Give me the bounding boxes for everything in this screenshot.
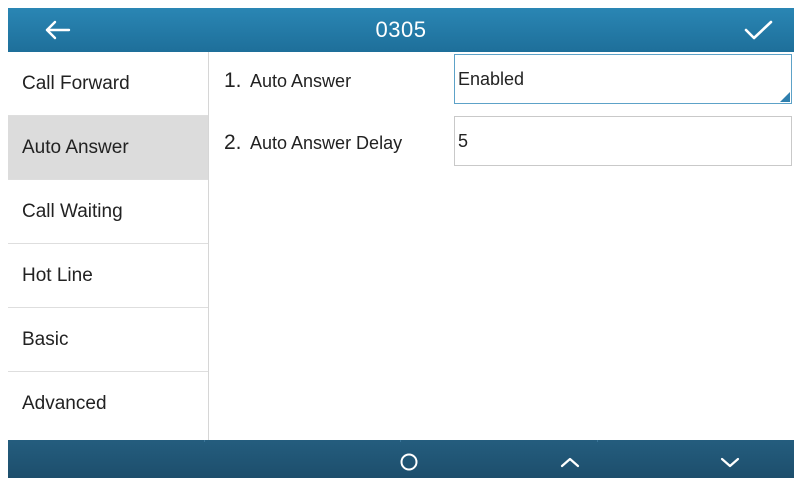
sidebar-item-call-forward[interactable]: Call Forward (8, 52, 208, 116)
sidebar-item-advanced[interactable]: Advanced (8, 372, 208, 436)
settings-panel: 1. Auto Answer Enabled 2. Auto Answer De… (210, 52, 794, 440)
sidebar-item-label: Advanced (22, 393, 107, 414)
sidebar: Call Forward Auto Answer Call Waiting Ho… (8, 52, 209, 440)
auto-answer-value: Enabled (458, 68, 525, 89)
chevron-up-icon (560, 457, 580, 468)
circle-icon (400, 453, 418, 471)
row-number: 1. (224, 69, 242, 92)
softkey-divider (400, 440, 401, 442)
softkey-divider (597, 440, 598, 442)
dropdown-corner-icon (780, 92, 790, 102)
sidebar-item-basic[interactable]: Basic (8, 308, 208, 372)
checkmark-icon (744, 20, 773, 40)
row-label: Auto Answer Delay (250, 133, 403, 153)
row-label: Auto Answer (250, 71, 352, 91)
auto-answer-delay-value: 5 (458, 130, 469, 151)
page-title: 0305 (375, 17, 427, 42)
softkey-down-button[interactable] (710, 448, 750, 474)
softkey-up-button[interactable] (550, 448, 590, 474)
setting-row-auto-answer-delay: 2. Auto Answer Delay 5 (210, 114, 794, 168)
sidebar-item-label: Hot Line (22, 264, 93, 286)
softkey-divider (204, 440, 205, 442)
setting-row-auto-answer: 1. Auto Answer Enabled (210, 52, 794, 106)
sidebar-item-auto-answer[interactable]: Auto Answer (8, 116, 208, 180)
softkey-bar (8, 440, 794, 478)
sidebar-item-label: Basic (22, 328, 69, 350)
row-number: 2. (224, 131, 242, 154)
softkey-circle-button[interactable] (389, 448, 429, 474)
phone-screen: 0305 Call Forward Auto Answer Call Waiti… (0, 0, 794, 478)
sidebar-item-call-waiting[interactable]: Call Waiting (8, 180, 208, 244)
confirm-button[interactable] (738, 16, 778, 44)
sidebar-item-label: Call Forward (22, 72, 130, 94)
sidebar-item-label: Auto Answer (22, 136, 129, 158)
sidebar-item-hot-line[interactable]: Hot Line (8, 244, 208, 308)
chevron-down-icon (720, 457, 740, 468)
sidebar-item-label: Call Waiting (22, 200, 123, 222)
auto-answer-dropdown[interactable]: Enabled (454, 54, 792, 104)
title-bar: 0305 (8, 8, 794, 52)
auto-answer-delay-input[interactable]: 5 (454, 116, 792, 166)
